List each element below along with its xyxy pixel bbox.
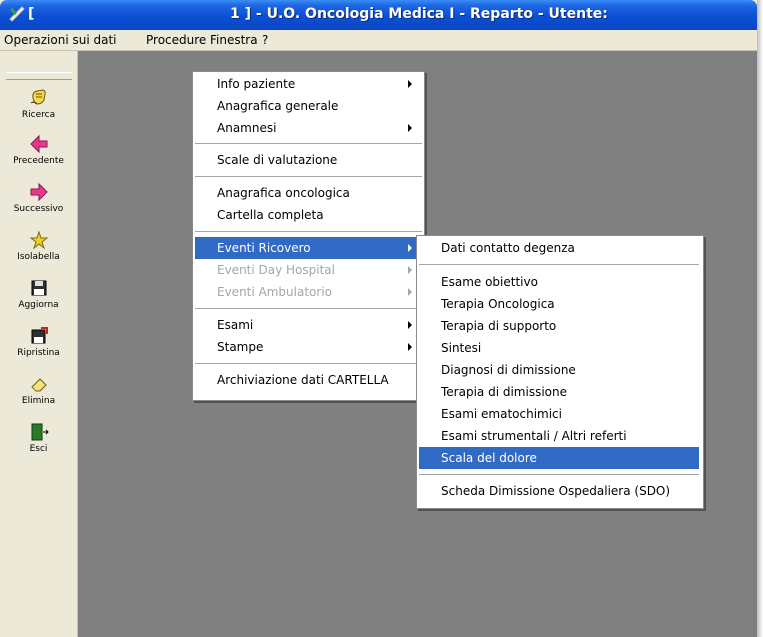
precedente-label: Precedente: [13, 156, 64, 166]
toolbar-grip[interactable]: [6, 72, 72, 80]
menu-separator: [195, 143, 422, 145]
precedente-button[interactable]: Precedente: [0, 134, 77, 180]
isolabella-label: Isolabella: [17, 252, 60, 262]
submenu-item-esame-obiettivo[interactable]: Esame obiettivo: [419, 271, 699, 293]
elimina-label: Elimina: [21, 396, 56, 406]
menu-item-anamnesi[interactable]: Anamnesi: [195, 117, 444, 139]
menu-item-eventi-ricovero[interactable]: Eventi Ricovero: [195, 237, 422, 259]
submenu-item-sintesi[interactable]: Sintesi: [419, 337, 699, 359]
submenu-arrow-icon: [408, 80, 412, 88]
hand-search-icon: [30, 89, 46, 105]
arrow-right-icon: [30, 182, 48, 202]
menu-item-eventi-day-hospital: Eventi Day Hospital: [217, 263, 335, 277]
submenu-arrow-icon: [408, 266, 412, 274]
floppy-icon: [31, 280, 46, 296]
menu-item-anagrafica-generale[interactable]: Anagrafica generale: [195, 95, 444, 117]
ripristina-button[interactable]: Ripristina: [0, 326, 77, 372]
left-toolbar: Ricerca Precedente Successivo Isolabella: [0, 51, 78, 637]
isolabella-button[interactable]: Isolabella: [0, 230, 77, 276]
menu-item-scale-valutazione[interactable]: Scale di valutazione: [195, 149, 444, 171]
title-prefix: [: [28, 6, 35, 22]
submenu-arrow-icon: [408, 288, 412, 296]
menu-item-eventi-ambulatorio: Eventi Ambulatorio: [217, 285, 332, 299]
eventi-ricovero-submenu: Dati contatto degenza Esame obiettivo Te…: [416, 235, 704, 509]
esci-button[interactable]: Esci: [0, 422, 77, 468]
menu-separator: [195, 176, 422, 178]
menu-item-anagrafica-oncologica[interactable]: Anagrafica oncologica: [195, 182, 444, 204]
ricerca-button[interactable]: Ricerca: [0, 86, 77, 132]
submenu-item-dati-contatto[interactable]: Dati contatto degenza: [419, 237, 699, 259]
procedure-menu: Info paziente Anagrafica generale Anamne…: [192, 71, 425, 401]
submenu-item-diagnosi-dimissione[interactable]: Diagnosi di dimissione: [419, 359, 699, 381]
menu-separator: [195, 363, 422, 365]
submenu-item-terapia-oncologica[interactable]: Terapia Oncologica: [419, 293, 699, 315]
eraser-icon: [30, 378, 47, 392]
menu-separator: [419, 474, 699, 476]
menu-bar: Operazioni sui dati Procedure Finestra ?: [0, 30, 757, 51]
submenu-item-esami-ematochimici[interactable]: Esami ematochimici: [419, 403, 699, 425]
menu-separator: [419, 264, 699, 266]
ripristina-label: Ripristina: [17, 348, 60, 358]
menu-item-archiviazione[interactable]: Archiviazione dati CARTELLA: [195, 369, 444, 391]
window-shadow: [757, 0, 763, 637]
submenu-arrow-icon: [408, 244, 412, 252]
esci-label: Esci: [29, 444, 48, 454]
submenu-arrow-icon: [408, 124, 412, 132]
star-icon: [29, 230, 48, 250]
aggiorna-button[interactable]: Aggiorna: [0, 278, 77, 324]
menu-separator: [195, 231, 422, 233]
app-window: [ 1 ] - U.O. Oncologia Medica I - Repart…: [0, 0, 757, 637]
menu-item-stampe[interactable]: Stampe: [195, 336, 444, 358]
menu-procedure[interactable]: Procedure: [146, 33, 206, 47]
menu-item-esami[interactable]: Esami: [195, 314, 444, 336]
floppy-restore-icon: [31, 327, 48, 344]
submenu-item-sdo[interactable]: Scheda Dimissione Ospedaliera (SDO): [419, 480, 699, 502]
successivo-button[interactable]: Successivo: [0, 182, 77, 228]
title-bar[interactable]: [ 1 ] - U.O. Oncologia Medica I - Repart…: [0, 0, 757, 30]
submenu-arrow-icon: [408, 321, 412, 329]
submenu-item-esami-strumentali[interactable]: Esami strumentali / Altri referti: [419, 425, 699, 447]
exit-door-icon: [31, 423, 49, 441]
ricerca-label: Ricerca: [21, 110, 56, 120]
aggiorna-label: Aggiorna: [18, 300, 59, 310]
menu-help[interactable]: ?: [262, 33, 268, 47]
menu-item-cartella-completa[interactable]: Cartella completa: [195, 204, 444, 226]
menu-operazioni[interactable]: Operazioni sui dati: [4, 33, 116, 47]
menu-separator: [195, 308, 422, 310]
window-title: 1 ] - U.O. Oncologia Medica I - Reparto …: [230, 6, 608, 22]
menu-item-info-paziente[interactable]: Info paziente: [195, 73, 444, 95]
arrow-left-icon: [29, 134, 47, 154]
elimina-button[interactable]: Elimina: [0, 374, 77, 420]
submenu-item-terapia-dimissione[interactable]: Terapia di dimissione: [419, 381, 699, 403]
submenu-item-scala-dolore[interactable]: Scala del dolore: [419, 447, 699, 469]
successivo-label: Successivo: [13, 204, 64, 214]
submenu-arrow-icon: [408, 343, 412, 351]
submenu-item-terapia-supporto[interactable]: Terapia di supporto: [419, 315, 699, 337]
app-icon[interactable]: [8, 5, 26, 23]
menu-finestra[interactable]: Finestra: [210, 33, 258, 47]
